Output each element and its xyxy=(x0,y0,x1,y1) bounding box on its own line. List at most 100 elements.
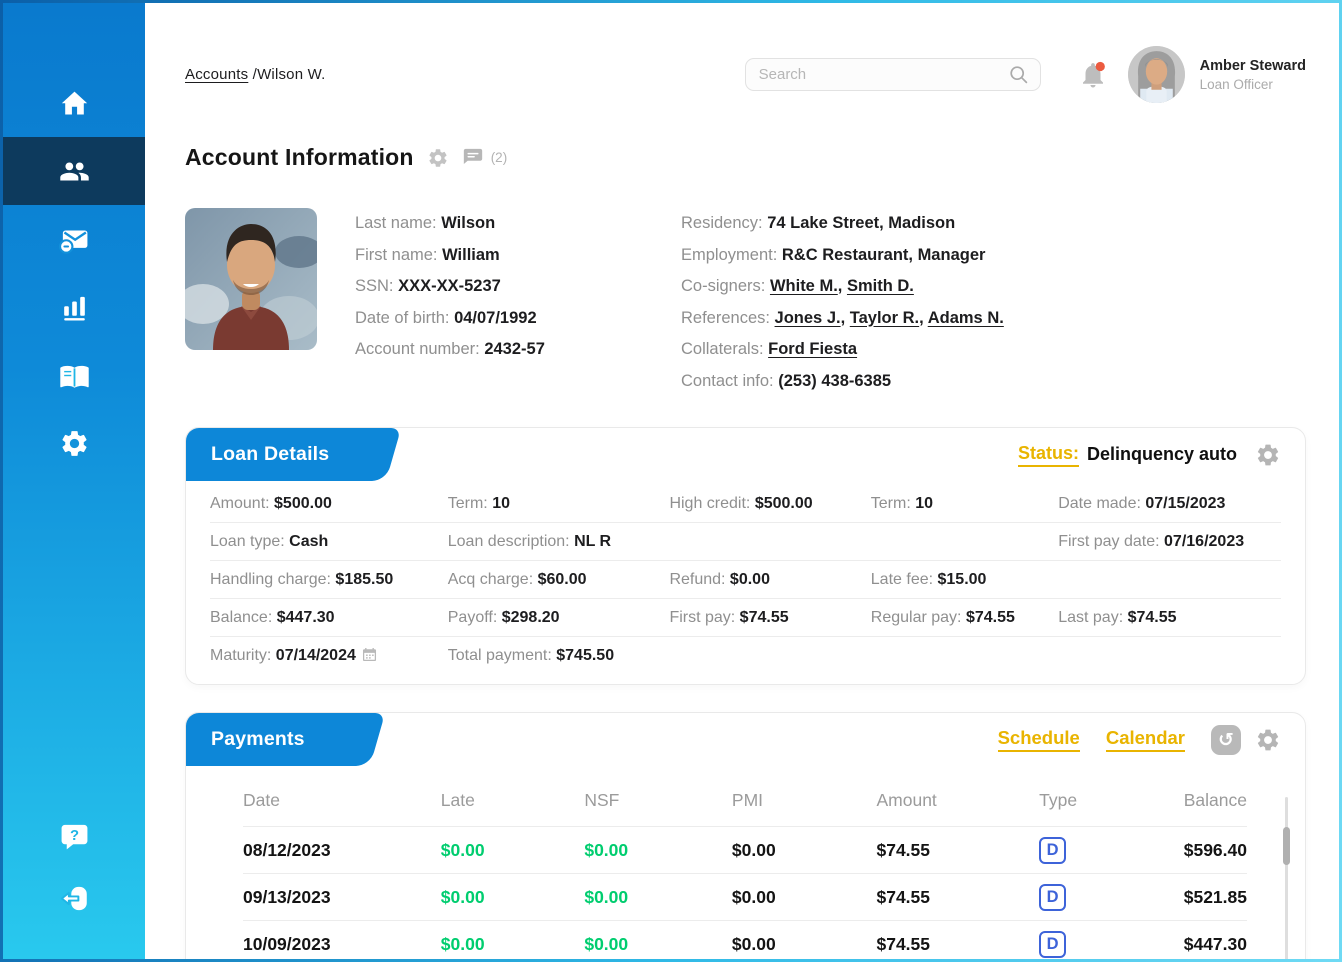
field-value: 07/14/2024 xyxy=(276,647,356,664)
history-button[interactable]: ↺ xyxy=(1211,725,1241,755)
field-link[interactable]: White M. xyxy=(770,277,838,295)
loan-field xyxy=(1058,570,1281,589)
search-icon[interactable] xyxy=(1008,64,1030,86)
type-badge: D xyxy=(1039,884,1066,911)
cell-balance: $521.85 xyxy=(1170,887,1247,908)
loan-details-row: Handling charge: $185.50Acq charge: $60.… xyxy=(210,561,1281,599)
field-label: Loan type: xyxy=(210,533,289,550)
account-field: SSN: XXX-XX-5237 xyxy=(355,271,643,303)
page-settings-button[interactable] xyxy=(427,147,449,169)
field-link[interactable]: Ford Fiesta xyxy=(768,340,857,358)
sidebar-footer-help[interactable]: ? xyxy=(3,805,145,867)
payments-table-header: DateLateNSFPMIAmountTypeBalance xyxy=(243,780,1247,827)
field-label: Refund: xyxy=(669,571,729,588)
table-row[interactable]: 08/12/2023$0.00$0.00$0.00$74.55D$596.40 xyxy=(243,827,1247,874)
field-label: Co-signers: xyxy=(681,277,770,295)
field-label: Late fee: xyxy=(871,571,938,588)
cell-amount: $74.55 xyxy=(876,887,1039,908)
loan-details-row: Amount: $500.00Term: 10High credit: $500… xyxy=(210,485,1281,523)
user-menu[interactable]: Amber Steward Loan Officer xyxy=(1128,46,1306,103)
cell-pmi: $0.00 xyxy=(732,934,877,955)
user-avatar xyxy=(1128,46,1185,103)
comments-count: (2) xyxy=(491,150,508,165)
sidebar-footer-logout[interactable] xyxy=(3,867,145,929)
clients-icon xyxy=(59,156,90,187)
payments-scrollbar[interactable] xyxy=(1285,797,1288,959)
cell-amount: $74.55 xyxy=(876,934,1039,955)
cell-date: 09/13/2023 xyxy=(243,887,441,908)
field-value: $74.55 xyxy=(740,609,789,626)
loan-field: Regular pay: $74.55 xyxy=(871,608,1058,627)
home-icon xyxy=(59,88,90,119)
column-header-late: Late xyxy=(441,790,585,811)
account-fields-left: Last name: WilsonFirst name: WilliamSSN:… xyxy=(355,208,643,397)
loan-field: High credit: $500.00 xyxy=(669,494,870,513)
account-field: Last name: Wilson xyxy=(355,208,643,240)
loan-details-row: Maturity: 07/14/2024Total payment: $745.… xyxy=(210,637,1281,674)
field-value: 10 xyxy=(915,495,933,512)
field-link[interactable]: Jones J. xyxy=(775,309,841,327)
field-label: Account number: xyxy=(355,340,484,358)
user-name: Amber Steward xyxy=(1200,58,1306,74)
field-value: William xyxy=(442,246,500,264)
field-value: 74 Lake Street, Madison xyxy=(767,214,955,232)
loan-field: Refund: $0.00 xyxy=(669,570,870,589)
field-label: Last name: xyxy=(355,214,441,232)
table-row[interactable]: 09/13/2023$0.00$0.00$0.00$74.55D$521.85 xyxy=(243,874,1247,921)
field-value: (253) 438-6385 xyxy=(778,372,891,390)
loan-field xyxy=(1058,646,1281,665)
field-value: Cash xyxy=(289,533,328,550)
calendar-icon[interactable] xyxy=(356,647,377,664)
calendar-link[interactable]: Calendar xyxy=(1106,727,1185,752)
search-input[interactable] xyxy=(759,66,1008,83)
table-row[interactable]: 10/09/2023$0.00$0.00$0.00$74.55D$447.30 xyxy=(243,921,1247,959)
loan-field: Last pay: $74.55 xyxy=(1058,608,1281,627)
sidebar-item-reports[interactable] xyxy=(3,273,145,341)
gear-icon xyxy=(59,428,90,459)
field-label: Last pay: xyxy=(1058,609,1127,626)
sidebar-item-handbook[interactable] xyxy=(3,341,145,409)
sidebar-item-settings[interactable] xyxy=(3,409,145,477)
field-value: 07/16/2023 xyxy=(1164,533,1244,550)
field-label: Residency: xyxy=(681,214,767,232)
field-link[interactable]: Smith D. xyxy=(847,277,914,295)
column-header-type: Type xyxy=(1039,790,1170,811)
topbar-right: Amber Steward Loan Officer xyxy=(745,46,1306,103)
status-link[interactable]: Status: xyxy=(1018,443,1079,467)
loan-field xyxy=(669,646,870,665)
type-badge: D xyxy=(1039,931,1066,958)
payments-table: DateLateNSFPMIAmountTypeBalance 08/12/20… xyxy=(186,766,1305,959)
payments-scrollbar-thumb[interactable] xyxy=(1283,827,1290,865)
loan-settings-button[interactable] xyxy=(1255,442,1281,468)
sidebar-item-clients[interactable] xyxy=(3,137,145,205)
comments-button[interactable] xyxy=(462,147,484,169)
svg-text:?: ? xyxy=(69,827,78,843)
account-field: Employment: R&C Restaurant, Manager xyxy=(681,240,1306,272)
sidebar-item-home[interactable] xyxy=(3,69,145,137)
field-value: $74.55 xyxy=(966,609,1015,626)
field-value: 04/07/1992 xyxy=(454,309,537,327)
field-label: References: xyxy=(681,309,775,327)
field-link[interactable]: Taylor R. xyxy=(850,309,919,327)
notification-dot xyxy=(1095,61,1104,70)
cell-date: 10/09/2023 xyxy=(243,934,441,955)
schedule-link[interactable]: Schedule xyxy=(998,727,1080,752)
field-value: $447.30 xyxy=(277,609,335,626)
cell-type: D xyxy=(1039,931,1170,958)
column-header-balance: Balance xyxy=(1170,790,1247,811)
sidebar-item-messages[interactable] xyxy=(3,205,145,273)
cell-late: $0.00 xyxy=(441,840,585,861)
account-field: Collaterals: Ford Fiesta xyxy=(681,334,1306,366)
field-value: $500.00 xyxy=(274,495,332,512)
loan-details-row: Loan type: CashLoan description: NL RFir… xyxy=(210,523,1281,561)
field-value: $745.50 xyxy=(556,647,614,664)
loan-field xyxy=(669,532,870,551)
field-label: Term: xyxy=(448,495,492,512)
payments-settings-button[interactable] xyxy=(1255,727,1281,753)
account-field: Residency: 74 Lake Street, Madison xyxy=(681,208,1306,240)
field-link[interactable]: Adams N. xyxy=(928,309,1004,327)
column-header-nsf: NSF xyxy=(584,790,732,811)
breadcrumb: Accounts /Wilson W. xyxy=(185,66,326,83)
notifications-button[interactable] xyxy=(1078,60,1108,90)
breadcrumb-accounts-link[interactable]: Accounts xyxy=(185,66,248,83)
